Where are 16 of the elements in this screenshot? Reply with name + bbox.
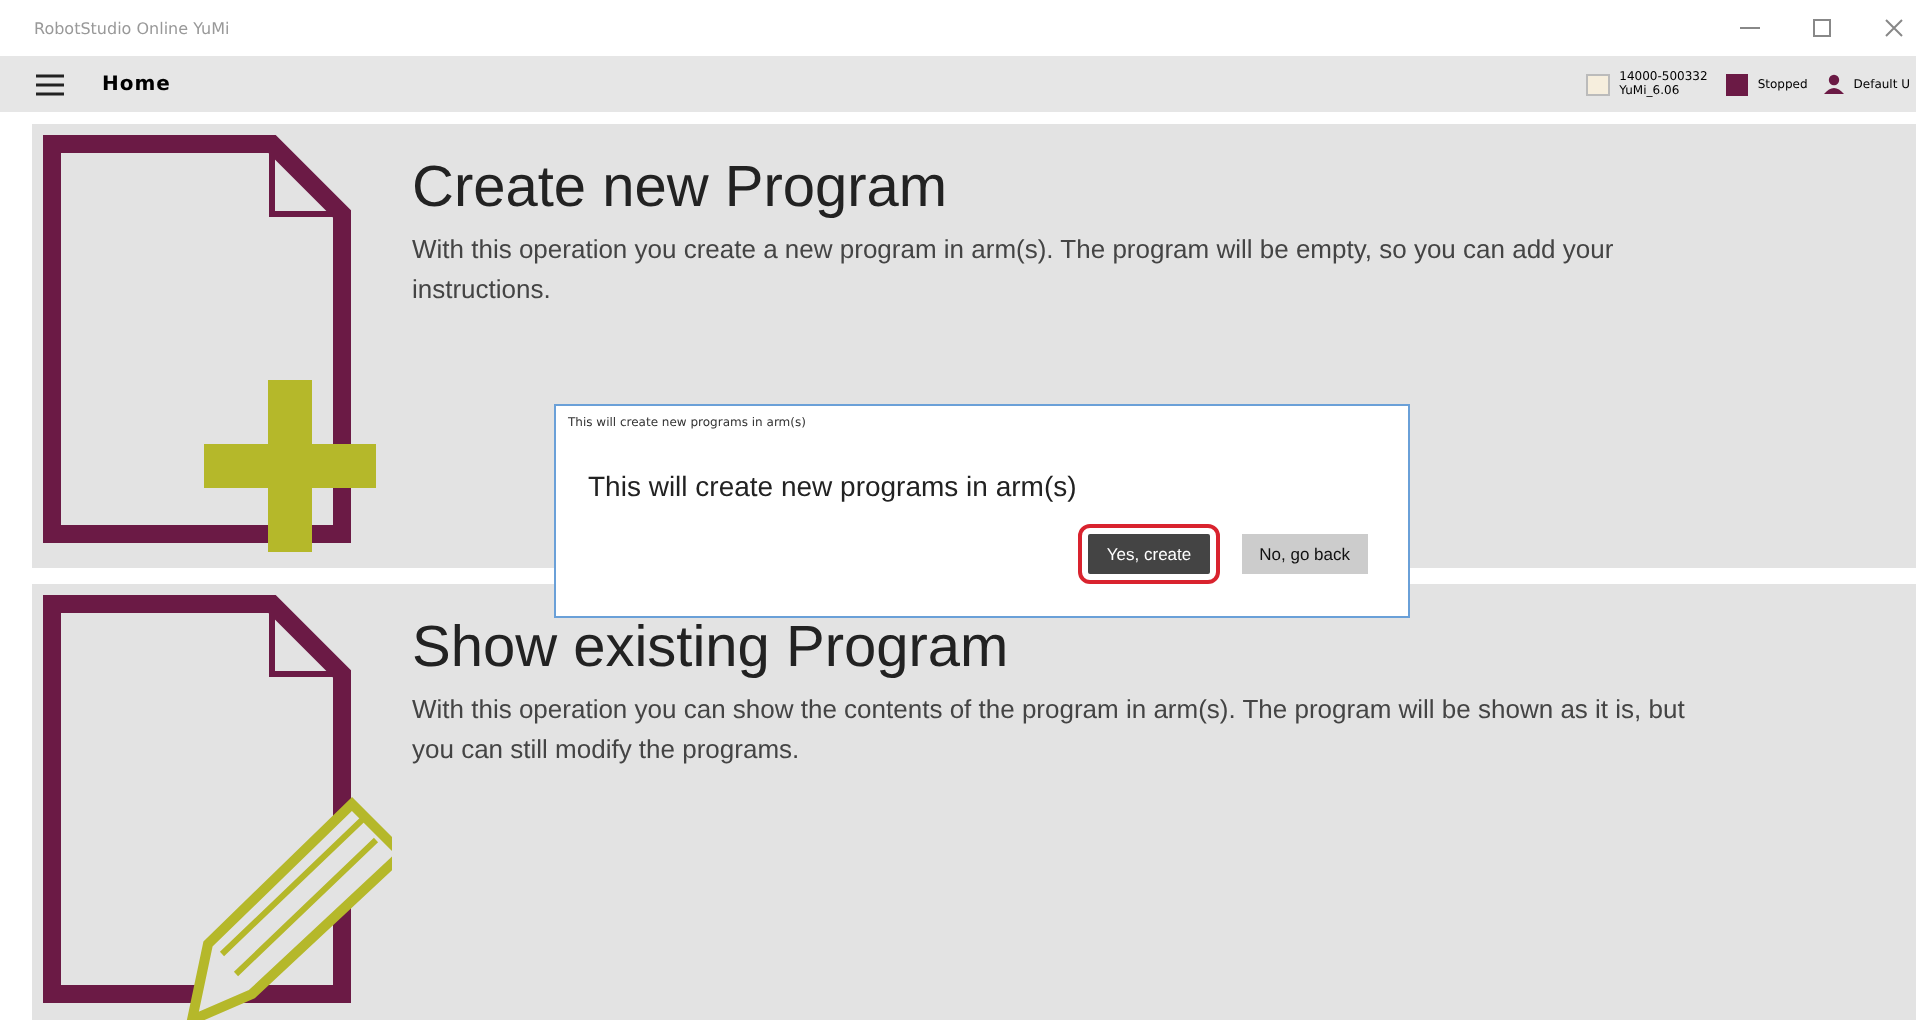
page-title: Home (102, 73, 171, 95)
card-description: With this operation you create a new program in arm(s). The program will be empty, so you can add your instructions. (412, 232, 1616, 308)
close-icon[interactable] (1884, 18, 1904, 38)
dialog-button[interactable]: No, go back (1241, 534, 1368, 574)
user-icon (1823, 74, 1844, 94)
card-description: With this operation you can show the contents of the program in arm(s). The program will be shown as it is, but you can still modify the programs. (412, 692, 1687, 768)
option-card[interactable]: Show existing Program With this operation you can show the contents of the program in arm(s). The program will be shown as it is, but you can still modify the programs. (32, 584, 1916, 1020)
card-title: Show existing Program (412, 616, 1011, 682)
controller-icon (1585, 73, 1610, 95)
card-title: Create new Program (412, 156, 950, 222)
maximize-icon[interactable] (1812, 18, 1832, 38)
dialog-message: This will create new programs in arm(s) (588, 470, 1079, 502)
menu-icon[interactable] (36, 73, 64, 95)
dialog-button[interactable]: Yes, create (1088, 534, 1210, 574)
state-icon (1725, 73, 1748, 95)
window-title: RobotStudio Online YuMi (34, 19, 230, 37)
